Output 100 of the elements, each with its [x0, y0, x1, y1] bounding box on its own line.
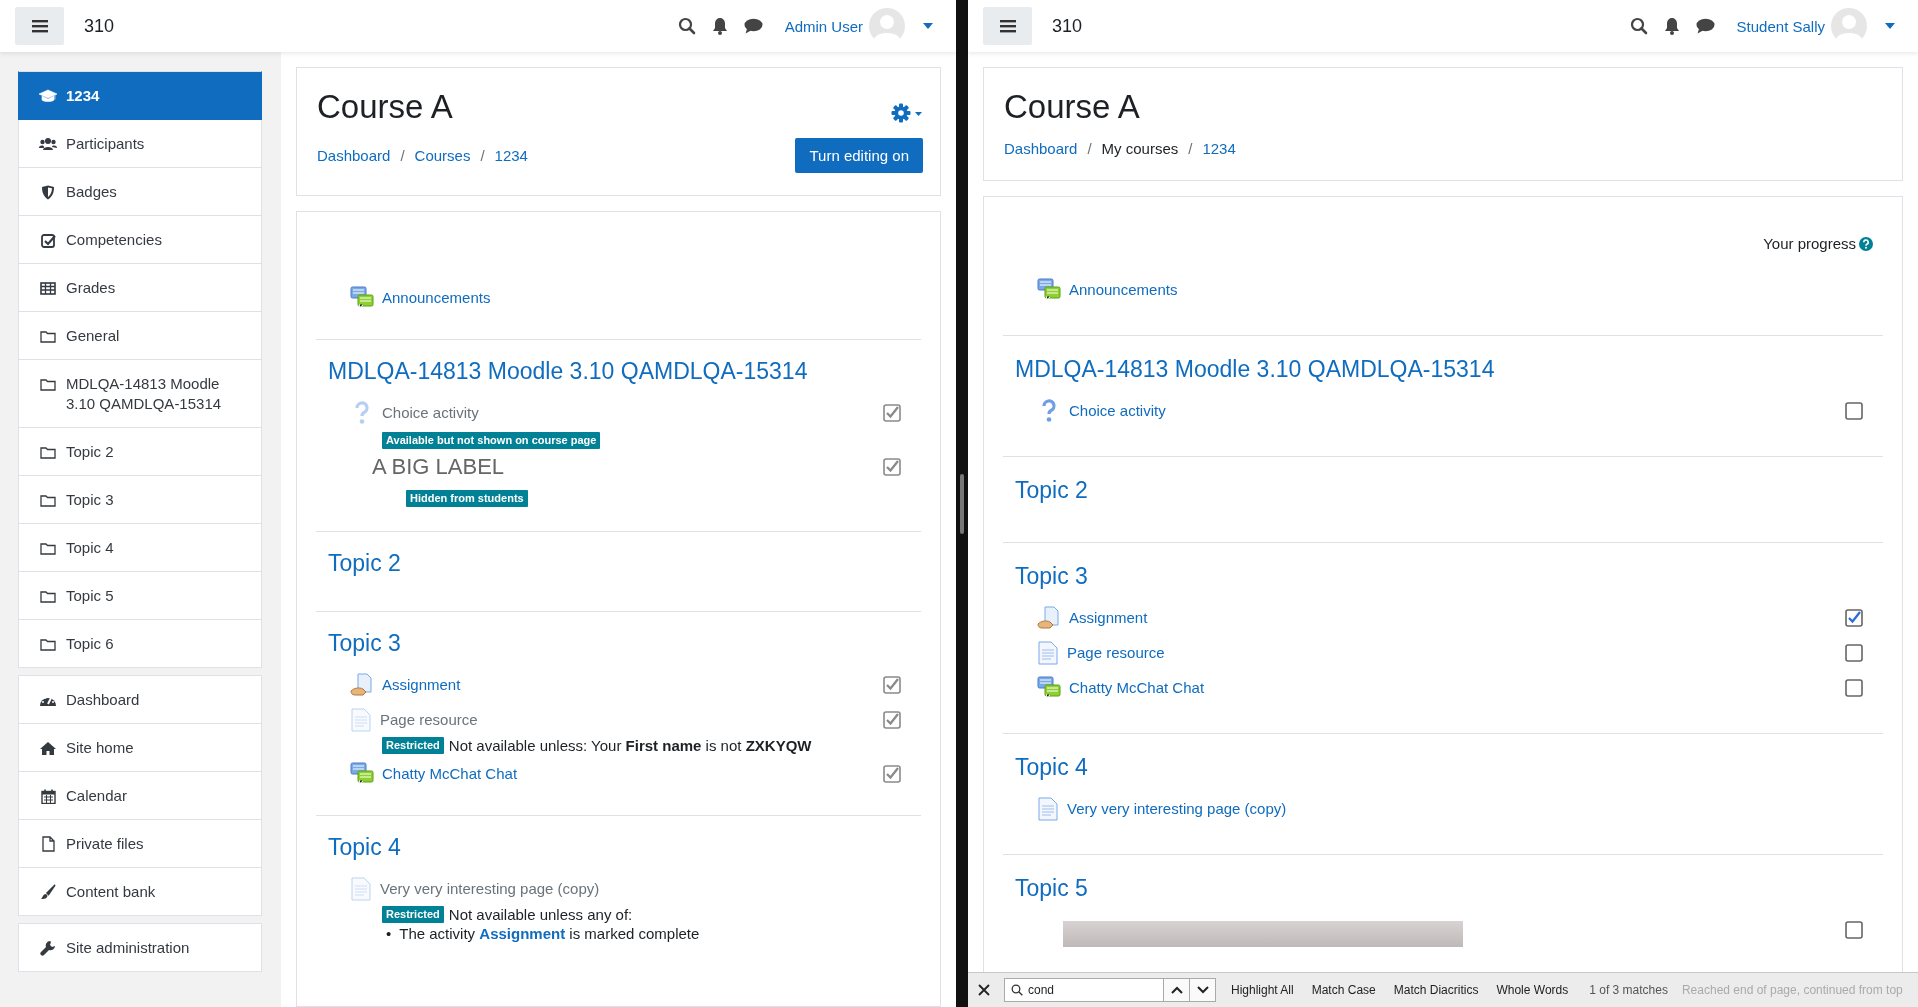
activity-link[interactable]: Announcements: [1069, 281, 1178, 298]
find-option-button[interactable]: Match Case: [1308, 981, 1379, 999]
search-icon[interactable]: [677, 17, 696, 35]
find-option-button[interactable]: Highlight All: [1228, 981, 1297, 999]
settings-menu[interactable]: [891, 103, 923, 123]
nav-item[interactable]: Topic 2: [18, 428, 262, 476]
breadcrumb-link[interactable]: Dashboard: [317, 147, 391, 164]
nav-item[interactable]: Grades: [18, 264, 262, 312]
nav-item[interactable]: Topic 3: [18, 476, 262, 524]
find-option-button[interactable]: Match Diacritics: [1390, 981, 1482, 999]
caret-icon[interactable]: [923, 23, 933, 29]
breadcrumb-item: My courses: [1101, 139, 1179, 157]
chat-bubble-icon[interactable]: [1695, 18, 1715, 34]
nav-item[interactable]: General: [18, 312, 262, 360]
document-hand-icon: [350, 672, 374, 697]
section-title[interactable]: MDLQA-14813 Moodle 3.10 QAMDLQA-15314: [328, 358, 921, 385]
completion-checkbox[interactable]: [1845, 920, 1863, 939]
activity-link[interactable]: Choice activity: [382, 404, 479, 421]
search-icon[interactable]: [1629, 17, 1648, 35]
breadcrumb-separator: /: [400, 147, 405, 164]
availability-badge: Available but not shown on course page: [382, 432, 601, 449]
activity-link[interactable]: Very very interesting page (copy): [1067, 800, 1287, 817]
nav-item[interactable]: Content bank: [18, 868, 262, 916]
breadcrumb-link[interactable]: Dashboard: [1004, 139, 1078, 157]
chevron-down-icon: [1196, 986, 1209, 994]
find-option-button[interactable]: Whole Words: [1493, 981, 1572, 999]
activity-link[interactable]: Very very interesting page (copy): [380, 880, 600, 897]
nav-item[interactable]: Site administration: [18, 923, 262, 972]
nav-item[interactable]: Badges: [18, 168, 262, 216]
breadcrumb-link[interactable]: 1234: [1202, 139, 1236, 157]
nav-item[interactable]: Site home: [18, 724, 262, 772]
completion-checkbox[interactable]: [1845, 678, 1863, 697]
nav-item[interactable]: Private files: [18, 820, 262, 868]
activity-link[interactable]: Assignment: [479, 925, 566, 942]
nav-item[interactable]: Topic 5: [18, 572, 262, 620]
menu-icon: [31, 19, 48, 33]
nav-item[interactable]: Participants: [18, 120, 262, 168]
chat-bubble-icon[interactable]: [743, 18, 763, 34]
section-title[interactable]: Topic 4: [1015, 754, 1883, 781]
brush-icon: [40, 884, 56, 900]
edit-mode-button[interactable]: Turn editing on: [795, 138, 923, 173]
nav-item[interactable]: Competencies: [18, 216, 262, 264]
restriction-text: Not available unless any of:: [448, 906, 633, 923]
section-title[interactable]: Topic 2: [1015, 477, 1883, 504]
match-count: 1 of 3 matches: [1589, 983, 1668, 997]
chevron-up-icon: [1170, 986, 1183, 994]
folder-icon: [40, 589, 56, 603]
section-title[interactable]: Topic 4: [328, 834, 921, 861]
split-handle[interactable]: [960, 473, 964, 534]
section-title[interactable]: MDLQA-14813 Moodle 3.10 QAMDLQA-15314: [1015, 356, 1883, 383]
document-icon: [1037, 796, 1059, 821]
breadcrumb-link[interactable]: 1234: [494, 147, 528, 164]
activity-link[interactable]: Chatty McChat Chat: [382, 765, 518, 782]
nav-item[interactable]: Calendar: [18, 772, 262, 820]
course-title: Course A: [317, 88, 453, 126]
menu-button[interactable]: [15, 7, 64, 45]
previous-match-button[interactable]: [1163, 978, 1190, 1002]
activity-link[interactable]: Page resource: [1067, 644, 1165, 661]
folder-icon: [40, 377, 56, 391]
bell-icon[interactable]: [1663, 17, 1680, 35]
nav-item[interactable]: Topic 6: [18, 620, 262, 668]
activity-link[interactable]: Assignment: [1069, 609, 1148, 626]
find-field[interactable]: cond: [1004, 978, 1164, 1002]
activity-link[interactable]: Page resource: [380, 711, 478, 728]
folder-icon: [40, 329, 56, 343]
activity-link[interactable]: Choice activity: [1069, 402, 1166, 419]
user-name[interactable]: Student Sally: [1736, 17, 1825, 35]
restricted-badge: Restricted: [382, 737, 444, 754]
menu-button[interactable]: [983, 7, 1032, 45]
completion-checkbox[interactable]: [1845, 401, 1863, 420]
section-title[interactable]: Topic 2: [328, 550, 921, 577]
table-icon: [40, 281, 56, 295]
user-name[interactable]: Admin User: [784, 17, 863, 35]
completion-checkbox[interactable]: [1845, 643, 1863, 662]
shield-icon: [41, 184, 55, 200]
close-icon[interactable]: [978, 984, 990, 996]
nav-item[interactable]: 1234: [18, 71, 262, 120]
document-hand-icon: [1037, 605, 1061, 630]
activity-link[interactable]: Assignment: [382, 676, 461, 693]
site-name[interactable]: 310: [1052, 15, 1083, 37]
section-title[interactable]: Topic 3: [1015, 563, 1883, 590]
bell-icon[interactable]: [711, 17, 728, 35]
help-icon[interactable]: [1859, 236, 1873, 251]
activity-link[interactable]: Announcements: [382, 289, 491, 306]
next-match-button[interactable]: [1189, 978, 1216, 1002]
restriction-condition: The activity Assignment is marked complete: [399, 924, 700, 944]
section-title[interactable]: Topic 3: [328, 630, 921, 657]
section-title[interactable]: Topic 5: [1015, 875, 1883, 902]
progress-label: Your progress: [1763, 235, 1856, 252]
caret-icon[interactable]: [1885, 23, 1895, 29]
completion-checkbox[interactable]: [1845, 608, 1863, 627]
nav-item[interactable]: MDLQA-14813 Moodle 3.10 QAMDLQA-15314: [18, 360, 262, 428]
menu-icon: [999, 19, 1016, 33]
activity-link[interactable]: Chatty McChat Chat: [1069, 679, 1205, 696]
site-name[interactable]: 310: [84, 15, 115, 37]
breadcrumb-link[interactable]: Courses: [414, 147, 471, 164]
home-icon: [40, 741, 56, 755]
wrench-icon: [40, 940, 56, 956]
nav-item[interactable]: Topic 4: [18, 524, 262, 572]
nav-item[interactable]: Dashboard: [18, 675, 262, 724]
